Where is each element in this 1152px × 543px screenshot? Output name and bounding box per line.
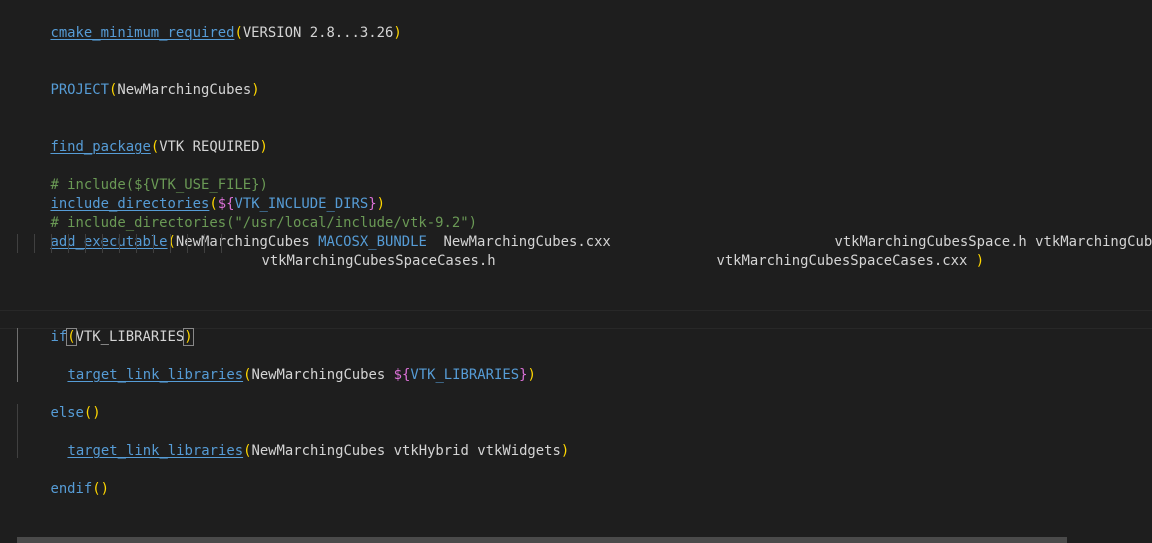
indent-guide: [170, 234, 171, 253]
code-line-1[interactable]: cmake_minimum_required(VERSION 2.8...3.2…: [17, 5, 401, 41]
indent-guide: [102, 234, 103, 253]
close-paren: ): [560, 443, 570, 459]
indent-guide: [34, 234, 35, 253]
close-paren: ): [183, 328, 194, 346]
indent-guide: [221, 234, 222, 253]
source-file: vtkMarchingCubesSpaceCases.cxx: [716, 253, 976, 269]
indent-guide: [187, 234, 188, 253]
code-editor[interactable]: cmake_minimum_required(VERSION 2.8...3.2…: [0, 0, 1152, 543]
indent-guide: [119, 234, 120, 253]
indent-guide: [17, 404, 18, 458]
close-paren: ): [393, 25, 402, 41]
command-args: NewMarchingCubes vtkHybrid vtkWidgets: [251, 443, 561, 459]
indent-guide: [68, 234, 69, 253]
command-args: VTK_LIBRARIES: [75, 329, 185, 345]
indent-guide: [153, 234, 154, 253]
command-args: NewMarchingCubes: [251, 367, 394, 383]
code-line-2[interactable]: PROJECT(NewMarchingCubes): [17, 62, 259, 98]
code-line-6[interactable]: # include_directories("/usr/local/includ…: [17, 195, 477, 231]
command-name: target_link_libraries: [67, 443, 244, 459]
horizontal-scrollbar[interactable]: [17, 537, 1067, 543]
code-line-8-continued[interactable]: vtkMarchingCubesSpaceCases.cxx ): [683, 233, 984, 269]
code-line-3[interactable]: find_package(VTK REQUIRED): [17, 119, 267, 155]
var-open: ${: [393, 367, 411, 383]
command-name: if: [50, 329, 68, 345]
code-line-9[interactable]: if(VTK_LIBRARIES): [17, 309, 194, 346]
indent-guide: [204, 234, 205, 253]
indent-guide: [17, 234, 18, 253]
indent-guide: [51, 234, 52, 253]
close-paren: ): [975, 253, 985, 269]
code-line-5[interactable]: include_directories(${VTK_INCLUDE_DIRS}): [17, 176, 385, 212]
close-paren: ): [251, 82, 260, 98]
indent-guide: [85, 234, 86, 253]
close-paren: ): [527, 367, 536, 383]
command-args: NewMarchingCubes: [117, 82, 252, 98]
code-line-13[interactable]: endif(): [17, 461, 109, 497]
open-paren: (: [150, 139, 160, 155]
indent-guide: [136, 234, 137, 253]
open-paren: (: [66, 328, 77, 346]
code-line-8[interactable]: vtkMarchingCubesSpaceCases.h: [228, 233, 495, 269]
command-name: PROJECT: [50, 82, 109, 98]
close-paren: ): [259, 139, 268, 155]
open-paren: (: [234, 25, 243, 41]
command-name: cmake_minimum_required: [50, 25, 235, 41]
command-name: find_package: [50, 139, 151, 155]
command-args: VTK REQUIRED: [159, 139, 260, 155]
code-line-7-continued[interactable]: vtkMarchingCubesSpace.h vtkMarchingCubes…: [801, 214, 1152, 250]
open-paren: (: [92, 481, 101, 497]
code-line-7[interactable]: add_executable(NewMarchingCubes MACOSX_B…: [17, 214, 610, 250]
command-name: endif: [50, 481, 93, 497]
code-line-11[interactable]: else(): [17, 385, 100, 421]
variable-name: VTK_LIBRARIES: [410, 367, 520, 383]
command-name: target_link_libraries: [67, 367, 244, 383]
source-file: vtkMarchingCubesSpaceCases.h: [261, 253, 496, 269]
code-line-12[interactable]: target_link_libraries(NewMarchingCubes v…: [34, 423, 569, 459]
close-paren: ): [100, 481, 110, 497]
command-name: else: [50, 405, 84, 421]
code-line-10[interactable]: target_link_libraries(NewMarchingCubes $…: [34, 347, 535, 383]
indent-guide-active: [17, 328, 18, 382]
command-args: VERSION 2.8...3.26: [242, 25, 394, 41]
open-paren: (: [167, 234, 176, 250]
close-paren: ): [92, 405, 101, 421]
code-line-4[interactable]: # include(${VTK_USE_FILE}): [17, 157, 267, 193]
